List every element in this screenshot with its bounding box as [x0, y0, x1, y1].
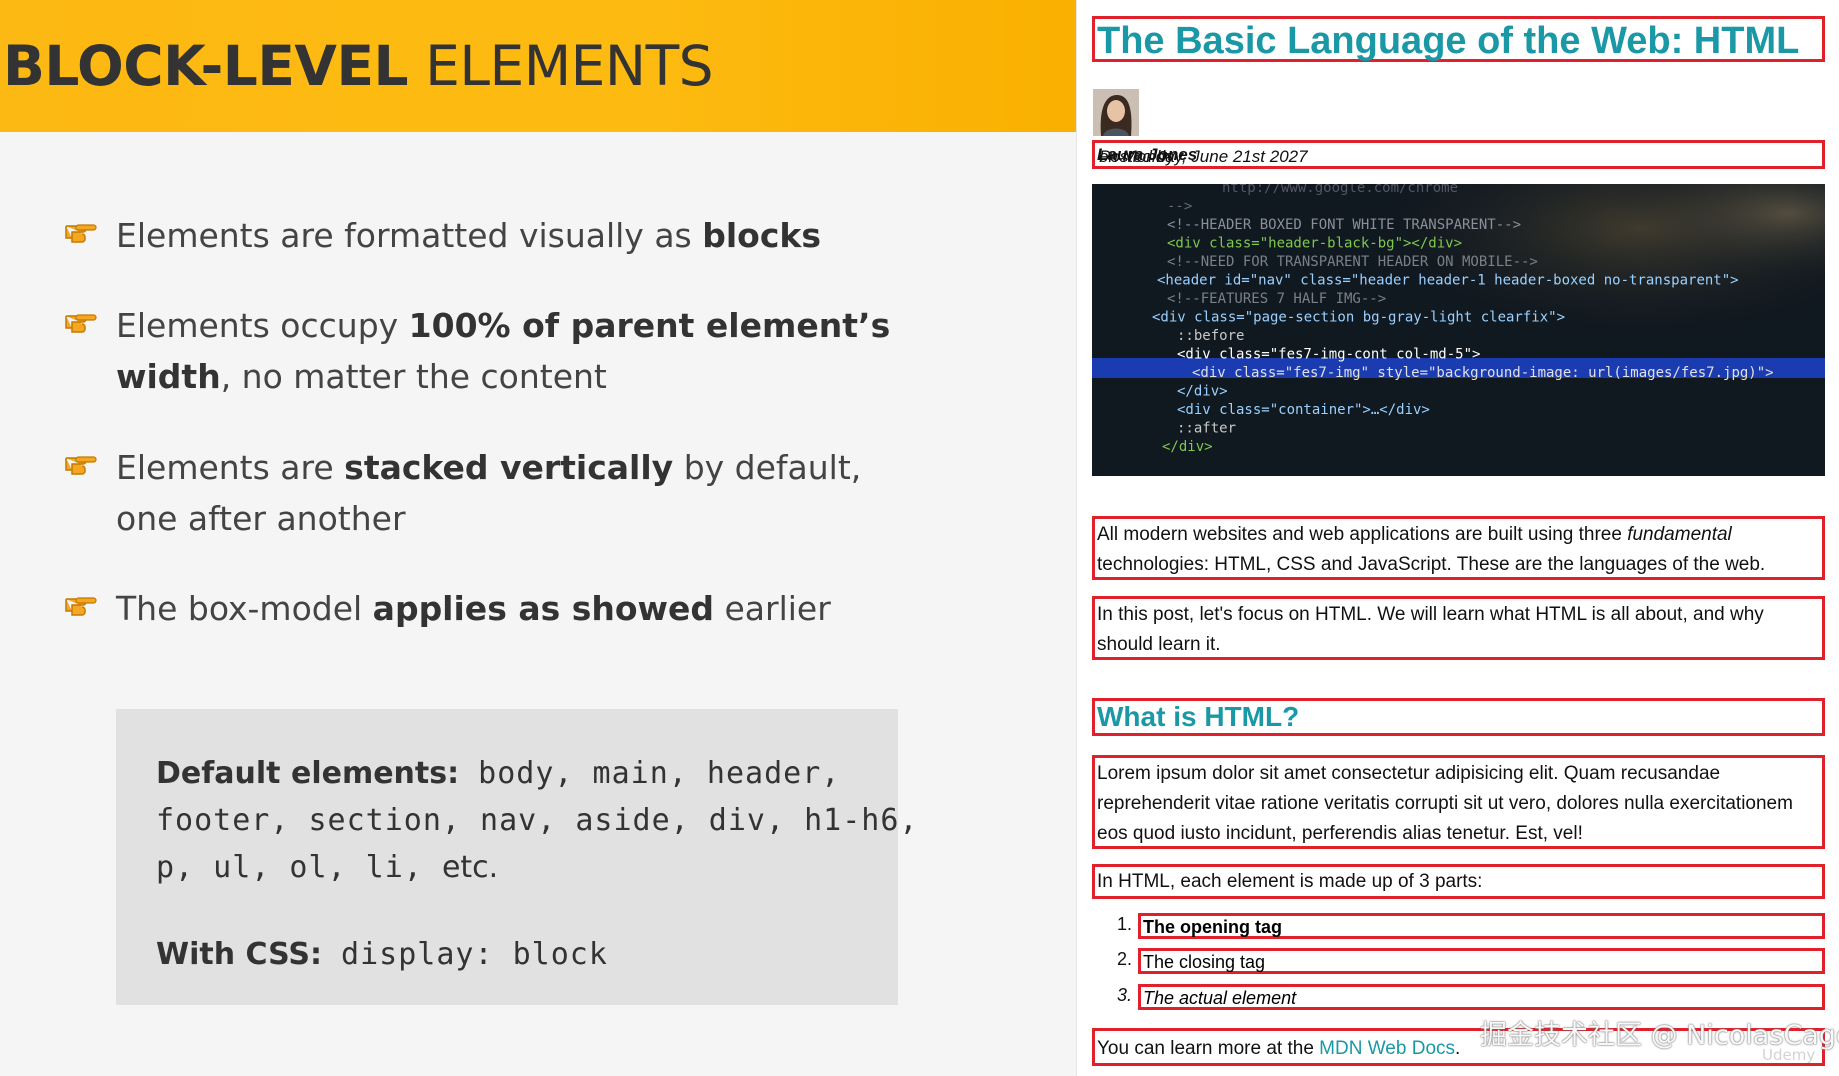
code-line: <div class="page-section bg-gray-light c… — [1152, 310, 1565, 326]
focus-paragraph: In this post, let's focus on HTML. We wi… — [1092, 596, 1825, 660]
slide-header-bar: BLOCK-LEVEL ELEMENTS — [0, 0, 1076, 132]
list-number: 1. — [1116, 914, 1132, 934]
code-screenshot: http://www.google.com/chrome --> <!--HEADE… — [1092, 184, 1825, 476]
code-line: <!--HEADER BOXED FONT WHITE TRANSPARENT-… — [1167, 217, 1521, 233]
code-line: ::after — [1177, 421, 1236, 437]
mdn-link[interactable]: MDN Web Docs — [1319, 1038, 1455, 1059]
code-line: --> — [1167, 199, 1192, 215]
list-item: The opening tag — [1138, 913, 1825, 939]
code-line: <div class="fes7-img" style="background-… — [1192, 365, 1774, 381]
code-line: <header id="nav" class="header header-1 … — [1157, 273, 1739, 289]
default-elements-line: footer, section, nav, aside, div, h1-h6, — [156, 803, 919, 838]
slide: BLOCK-LEVEL ELEMENTS Elements are format… — [0, 0, 1076, 1076]
css-display-line: With CSS: display: block — [156, 937, 608, 972]
slide-title: BLOCK-LEVEL ELEMENTS — [3, 34, 714, 98]
section-heading: What is HTML? — [1092, 698, 1825, 736]
code-line: <div class="fes7-img-cont col-md-5"> — [1177, 347, 1480, 363]
code-line: </div> — [1162, 439, 1213, 455]
article-byline: Posted by Laura Jones on Monday, June 21… — [1092, 140, 1825, 169]
code-line: <!--FEATURES 7 HALF IMG--> — [1167, 291, 1386, 307]
article-page: The Basic Language of the Web: HTML Post… — [1076, 0, 1839, 1076]
list-item: The closing tag — [1138, 948, 1825, 974]
list-number: 3. — [1116, 985, 1132, 1005]
parts-paragraph: In HTML, each element is made up of 3 pa… — [1092, 864, 1825, 899]
list-item: The actual element — [1138, 984, 1825, 1010]
article-hero-image: http://www.google.com/chrome --> <!--HEADE… — [1092, 184, 1825, 476]
intro-paragraph: All modern websites and web applications… — [1092, 516, 1825, 580]
author-avatar — [1093, 89, 1139, 136]
code-line: http://www.google.com/chrome — [1222, 184, 1458, 196]
article-title: The Basic Language of the Web: HTML — [1092, 16, 1825, 62]
bullet-item: Elements are stacked vertically by defau… — [64, 442, 924, 544]
author-avatar-image — [1093, 89, 1139, 136]
bullet-item: Elements occupy 100% of parent element’s… — [64, 300, 924, 402]
bullet-item: The box-model applies as showed earlier — [64, 583, 924, 634]
lorem-paragraph: Lorem ipsum dolor sit amet consectetur a… — [1092, 755, 1825, 849]
default-elements-box: Default elements: body, main, header, fo… — [116, 709, 917, 1005]
code-line: <!--NEED FOR TRANSPARENT HEADER ON MOBIL… — [1167, 254, 1538, 270]
default-elements-line: Default elements: body, main, header, — [156, 756, 841, 791]
pointing-hand-icon — [65, 224, 97, 243]
pointing-hand-icon — [65, 456, 97, 475]
default-elements-line: p, ul, ol, li, etc. — [156, 850, 499, 885]
code-line: <div class="header-black-bg"></div> — [1167, 236, 1462, 252]
code-line: <div class="container">…</div> — [1177, 402, 1430, 418]
list-number: 2. — [1116, 949, 1132, 969]
code-line: </div> — [1177, 384, 1228, 400]
bullet-item: Elements are formatted visually as block… — [64, 210, 924, 261]
pointing-hand-icon — [65, 314, 97, 333]
pointing-hand-icon — [65, 597, 97, 616]
udemy-watermark: Udemy — [1762, 1046, 1816, 1064]
code-line: ::before — [1177, 328, 1244, 344]
